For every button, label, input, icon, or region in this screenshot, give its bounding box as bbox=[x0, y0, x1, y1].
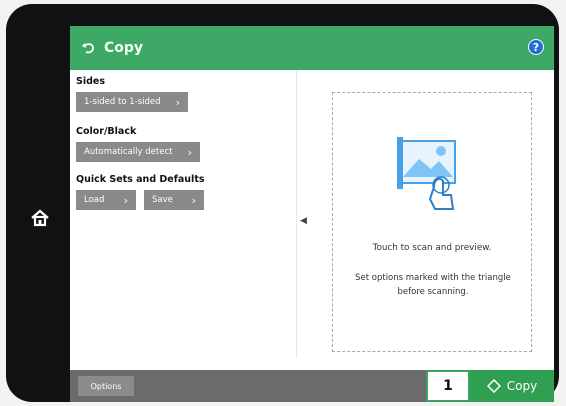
quick-sets-label: Quick Sets and Defaults bbox=[76, 174, 205, 185]
copy-button[interactable]: Copy bbox=[470, 370, 554, 402]
options-button[interactable]: Options bbox=[78, 376, 134, 396]
title-bar: Copy ? bbox=[70, 26, 554, 70]
printer-device-frame: Copy ? Sides 1-sided to 1-sided › Color/… bbox=[6, 4, 559, 402]
home-icon bbox=[31, 209, 49, 227]
load-button[interactable]: Load › bbox=[76, 190, 136, 210]
load-label: Load bbox=[84, 195, 105, 205]
chevron-right-icon: › bbox=[191, 193, 196, 207]
chevron-right-icon: › bbox=[187, 145, 192, 159]
home-button[interactable] bbox=[28, 206, 52, 230]
color-label: Color/Black bbox=[76, 126, 137, 137]
scan-preview-icon bbox=[397, 137, 456, 210]
preview-title: Touch to scan and preview. bbox=[372, 243, 492, 253]
save-label: Save bbox=[152, 195, 173, 205]
chevron-right-icon: › bbox=[123, 193, 128, 207]
sides-label: Sides bbox=[76, 76, 105, 87]
copy-diamond-icon bbox=[486, 379, 501, 393]
bottom-bar: Options 1 Copy bbox=[70, 370, 554, 402]
back-icon bbox=[82, 43, 94, 54]
color-value: Automatically detect bbox=[84, 147, 173, 157]
back-button[interactable] bbox=[80, 39, 98, 57]
page-title: Copy bbox=[104, 40, 144, 56]
collapse-panel-icon[interactable]: ◀ bbox=[300, 216, 307, 226]
copy-button-label: Copy bbox=[506, 379, 538, 393]
chevron-right-icon: › bbox=[175, 95, 180, 109]
help-icon[interactable]: ? bbox=[528, 39, 544, 55]
screen: Copy ? Sides 1-sided to 1-sided › Color/… bbox=[70, 26, 554, 402]
color-button[interactable]: Automatically detect › bbox=[76, 142, 200, 162]
save-button[interactable]: Save › bbox=[144, 190, 204, 210]
settings-panel: Sides 1-sided to 1-sided › Color/Black A… bbox=[70, 70, 297, 358]
sides-button[interactable]: 1-sided to 1-sided › bbox=[76, 92, 188, 112]
scan-preview-area[interactable]: Touch to scan and preview. Set options m… bbox=[332, 92, 532, 352]
sides-value: 1-sided to 1-sided bbox=[84, 97, 161, 107]
preview-hint: Set options marked with the triangle bef… bbox=[355, 273, 511, 297]
copies-count[interactable]: 1 bbox=[426, 370, 470, 402]
